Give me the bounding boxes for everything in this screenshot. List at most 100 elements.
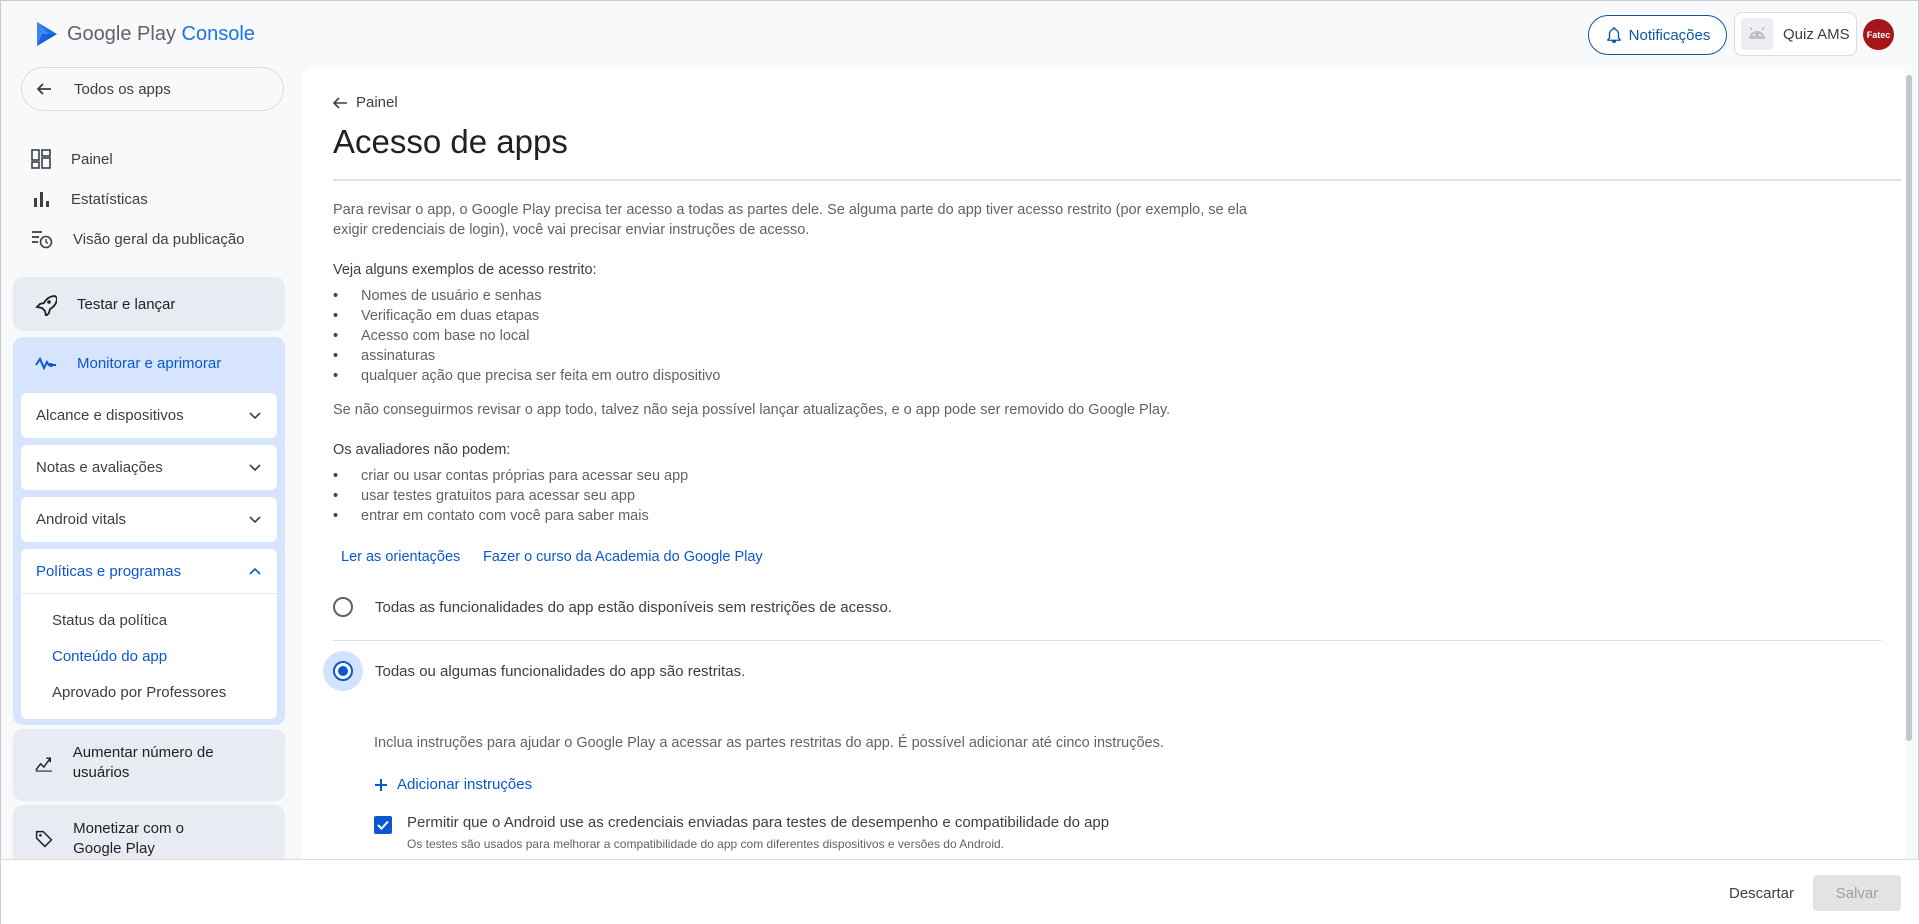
action-footer: Descartar Salvar	[1, 859, 1919, 924]
sidebar-item-label: Painel	[71, 150, 113, 168]
list-item: qualquer ação que precisa ser feita em o…	[333, 366, 720, 386]
academy-course-link[interactable]: Fazer o curso da Academia do Google Play	[483, 549, 763, 565]
warning-text: Se não conseguirmos revisar o app todo, …	[333, 402, 1171, 418]
reviewers-list: criar ou usar contas próprias para acess…	[333, 466, 688, 526]
sidebar-subgroup-ratings-reviews[interactable]: Notas e avaliações	[21, 445, 277, 490]
sidebar-group-monitor-improve[interactable]: Monitorar e aprimorar Alcance e disposit…	[13, 337, 285, 725]
list-item: criar ou usar contas próprias para acess…	[333, 466, 688, 486]
page-title: Acesso de apps	[333, 123, 568, 160]
sidebar-subgroup-reach-devices[interactable]: Alcance e dispositivos	[21, 393, 277, 438]
app-name: Quiz AMS	[1783, 25, 1850, 43]
examples-heading: Veja alguns exemplos de acesso restrito:	[333, 262, 597, 278]
discard-button[interactable]: Descartar	[1729, 885, 1794, 902]
chevron-down-icon	[249, 515, 261, 523]
bell-icon	[1606, 27, 1621, 44]
google-play-console-logo[interactable]: Google Play Console	[35, 21, 255, 47]
radio-button[interactable]	[333, 597, 353, 617]
sidebar-item-label: Visão geral da publicação	[73, 230, 245, 248]
radio-focus-halo	[323, 651, 363, 691]
list-item: assinaturas	[333, 346, 720, 366]
chevron-down-icon	[249, 411, 261, 419]
check-icon	[377, 820, 389, 830]
play-console-logo-icon	[37, 22, 57, 46]
save-label: Salvar	[1835, 884, 1879, 902]
sidebar-item-dashboard[interactable]: Painel	[31, 149, 113, 169]
main-content: Painel Acesso de apps Para revisar o app…	[301, 67, 1905, 859]
radio-option-all-available[interactable]: Todas as funcionalidades do app estão di…	[333, 597, 892, 617]
sidebar-group-head: Aumentar número de usuários	[35, 743, 235, 783]
sidebar-group-label: Testar e lançar	[77, 296, 176, 313]
intro-line-2: exigir credenciais de login), você vai p…	[333, 222, 810, 238]
radio-label: Todas as funcionalidades do app estão di…	[375, 598, 892, 616]
arrow-back-icon	[333, 96, 347, 109]
sidebar-item-app-content[interactable]: Conteúdo do app	[21, 638, 277, 674]
sidebar: Todos os apps Painel Estatísticas Visão …	[1, 67, 296, 859]
subgroup-label: Notas e avaliações	[36, 459, 163, 476]
policies-toggle[interactable]: Políticas e programas	[21, 549, 277, 594]
credentials-checkbox[interactable]	[374, 816, 392, 834]
all-apps-button[interactable]: Todos os apps	[21, 67, 284, 111]
add-instructions-label: Adicionar instruções	[397, 776, 533, 793]
sidebar-subgroup-android-vitals[interactable]: Android vitals	[21, 497, 277, 542]
chevron-down-icon	[249, 463, 261, 471]
chevron-up-icon	[249, 567, 261, 575]
guidelines-link[interactable]: Ler as orientações	[341, 549, 460, 565]
monitoring-icon	[35, 356, 56, 371]
list-item: entrar em contato com você para saber ma…	[333, 506, 688, 526]
credentials-checkbox-label[interactable]: Permitir que o Android use as credenciai…	[407, 814, 1109, 831]
sidebar-group-monetize[interactable]: Monetizar com o Google Play	[13, 805, 285, 859]
radio-button-selected[interactable]	[333, 661, 353, 681]
sidebar-group-head: Testar e lançar	[35, 294, 175, 316]
sidebar-item-publishing-overview[interactable]: Visão geral da publicação	[31, 229, 245, 249]
logo-text: Google Play Console	[67, 22, 255, 45]
subgroup-label: Alcance e dispositivos	[36, 407, 184, 424]
top-bar: Google Play Console Notificações Quiz AM…	[1, 1, 1919, 67]
rocket-icon	[35, 295, 57, 316]
instructions-help-text: Inclua instruções para ajudar o Google P…	[374, 735, 1164, 751]
save-button[interactable]: Salvar	[1813, 875, 1901, 911]
add-instructions-button[interactable]: Adicionar instruções	[374, 776, 532, 793]
android-app-icon	[1741, 18, 1773, 50]
intro-line-1: Para revisar o app, o Google Play precis…	[333, 202, 1247, 218]
main-scrollbar[interactable]	[1906, 75, 1912, 741]
list-item: Verificação em duas etapas	[333, 306, 720, 326]
sidebar-group-head: Monitorar e aprimorar	[35, 354, 221, 374]
sidebar-group-test-release[interactable]: Testar e lançar	[13, 277, 285, 331]
sidebar-group-label: Aumentar número de usuários	[72, 744, 214, 781]
title-divider	[333, 179, 1901, 181]
credentials-checkbox-help: Os testes são usados para melhorar a com…	[407, 837, 1004, 851]
avatar-text: Fatec	[1866, 29, 1891, 40]
sidebar-group-label: Monetizar com o Google Play	[73, 820, 184, 857]
notifications-button[interactable]: Notificações	[1588, 15, 1727, 55]
bar-chart-icon	[34, 192, 49, 207]
breadcrumb-back-link[interactable]: Painel	[333, 94, 398, 111]
plus-icon	[375, 778, 387, 791]
radio-label: Todas ou algumas funcionalidades do app …	[375, 662, 746, 680]
sidebar-item-teacher-approved[interactable]: Aprovado por Professores	[21, 674, 277, 710]
account-avatar[interactable]: Fatec	[1863, 19, 1894, 50]
app-selector[interactable]: Quiz AMS	[1734, 12, 1857, 56]
arrow-back-icon	[36, 83, 51, 95]
list-item: usar testes gratuitos para acessar seu a…	[333, 486, 688, 506]
all-apps-label: Todos os apps	[74, 80, 171, 98]
breadcrumb-label: Painel	[356, 94, 398, 111]
notifications-label: Notificações	[1628, 26, 1711, 44]
sidebar-item-statistics[interactable]: Estatísticas	[31, 189, 148, 209]
reviewers-heading: Os avaliadores não podem:	[333, 442, 511, 458]
dashboard-icon	[31, 149, 51, 169]
list-item: Nomes de usuário e senhas	[333, 286, 720, 306]
sidebar-group-grow-users[interactable]: Aumentar número de usuários	[13, 729, 285, 801]
sidebar-subgroup-policies: Políticas e programas Status da política…	[21, 549, 277, 719]
options-divider	[333, 640, 1881, 641]
sidebar-group-label: Monitorar e aprimorar	[77, 355, 222, 372]
subgroup-label: Políticas e programas	[36, 562, 182, 580]
grow-users-icon	[35, 757, 52, 772]
publishing-overview-icon	[32, 231, 53, 249]
sidebar-item-label: Estatísticas	[71, 190, 148, 208]
examples-list: Nomes de usuário e senhas Verificação em…	[333, 286, 720, 386]
app-window: Google Play Console Notificações Quiz AM…	[0, 0, 1919, 924]
sidebar-item-policy-status[interactable]: Status da política	[21, 602, 277, 638]
radio-option-restricted[interactable]: Todas ou algumas funcionalidades do app …	[323, 651, 746, 691]
tag-icon	[35, 830, 53, 848]
list-item: Acesso com base no local	[333, 326, 720, 346]
